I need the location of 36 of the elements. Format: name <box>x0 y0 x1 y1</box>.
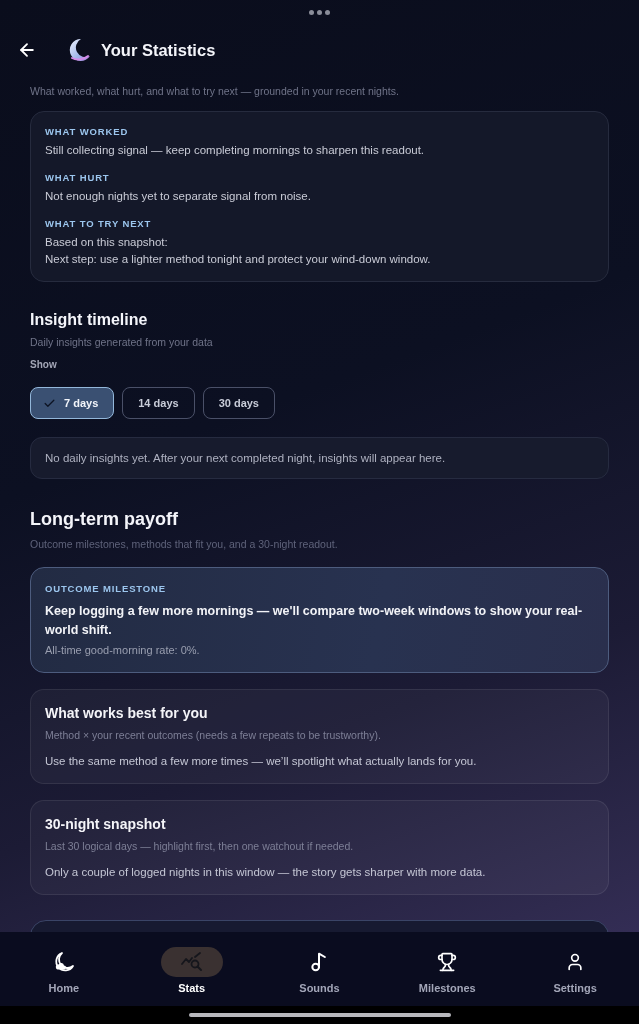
card-title: 30-night snapshot <box>45 815 167 834</box>
card-subtitle: Last 30 logical days — highlight first, then one watchout if needed. <box>45 839 355 854</box>
card-title: What works best for you <box>45 704 209 723</box>
section-label: WHAT TO TRY NEXT <box>45 217 153 231</box>
filter-chip[interactable]: 14 days <box>122 387 195 419</box>
section-text: Based on this snapshot: <box>45 235 169 250</box>
filter-chip[interactable]: 7 days <box>30 387 115 419</box>
nav-tab[interactable]: Milestones <box>383 932 512 1006</box>
more-dots-icon <box>309 9 330 15</box>
section-label: WHAT HURT <box>45 171 111 185</box>
nav-tab[interactable]: Sounds <box>255 932 384 1006</box>
section-subtitle: Outcome milestones, methods that fit you, and a 30-night readout. <box>30 537 339 552</box>
card-body: Only a couple of logged nights in this window — the story gets sharper with more data. <box>45 865 487 880</box>
moon-cloud-icon <box>52 951 75 973</box>
section-heading: Long-term payoff <box>30 508 179 531</box>
filter-label: Show <box>30 358 58 372</box>
section-subtitle: What worked, what hurt, and what to try next — grounded in your recent nights. <box>30 84 400 99</box>
nav-tab[interactable]: Stats <box>127 932 256 1006</box>
card-body: Use the same method a few more times — we’ll spotlight what actually lands for you. <box>45 754 478 769</box>
chart-search-icon <box>180 952 203 972</box>
milestone-headline: Keep logging a few more mornings — we'll compare two-week windows to show your real-world shift. <box>45 603 584 639</box>
section-label: WHAT WORKED <box>45 125 130 139</box>
nav-tab[interactable]: Settings <box>511 932 639 1006</box>
card-subtitle: Method × your recent outcomes (needs a few repeats to be trustworthy). <box>45 728 382 743</box>
section-heading: Insight timeline <box>30 310 149 330</box>
section-text: Next step: use a lighter method tonight and protect your wind-down window. <box>45 252 432 267</box>
section-text: Not enough nights yet to separate signal from noise. <box>45 189 312 204</box>
empty-state-message: No daily insights yet. After your next completed night, insights will appear here. <box>45 450 446 466</box>
milestone-note: All-time good-morning rate: 0%. <box>45 643 201 658</box>
filter-chip[interactable]: 30 days <box>202 387 275 419</box>
section-subtitle: Daily insights generated from your data <box>30 335 214 350</box>
nav-tab[interactable]: Home <box>0 932 128 1006</box>
trophy-icon <box>437 952 458 972</box>
section-text: Still collecting signal — keep completing mornings to sharpen this readout. <box>45 143 426 158</box>
screen-title: Your Statistics <box>101 39 216 61</box>
card-label: OUTCOME MILESTONE <box>45 582 167 596</box>
